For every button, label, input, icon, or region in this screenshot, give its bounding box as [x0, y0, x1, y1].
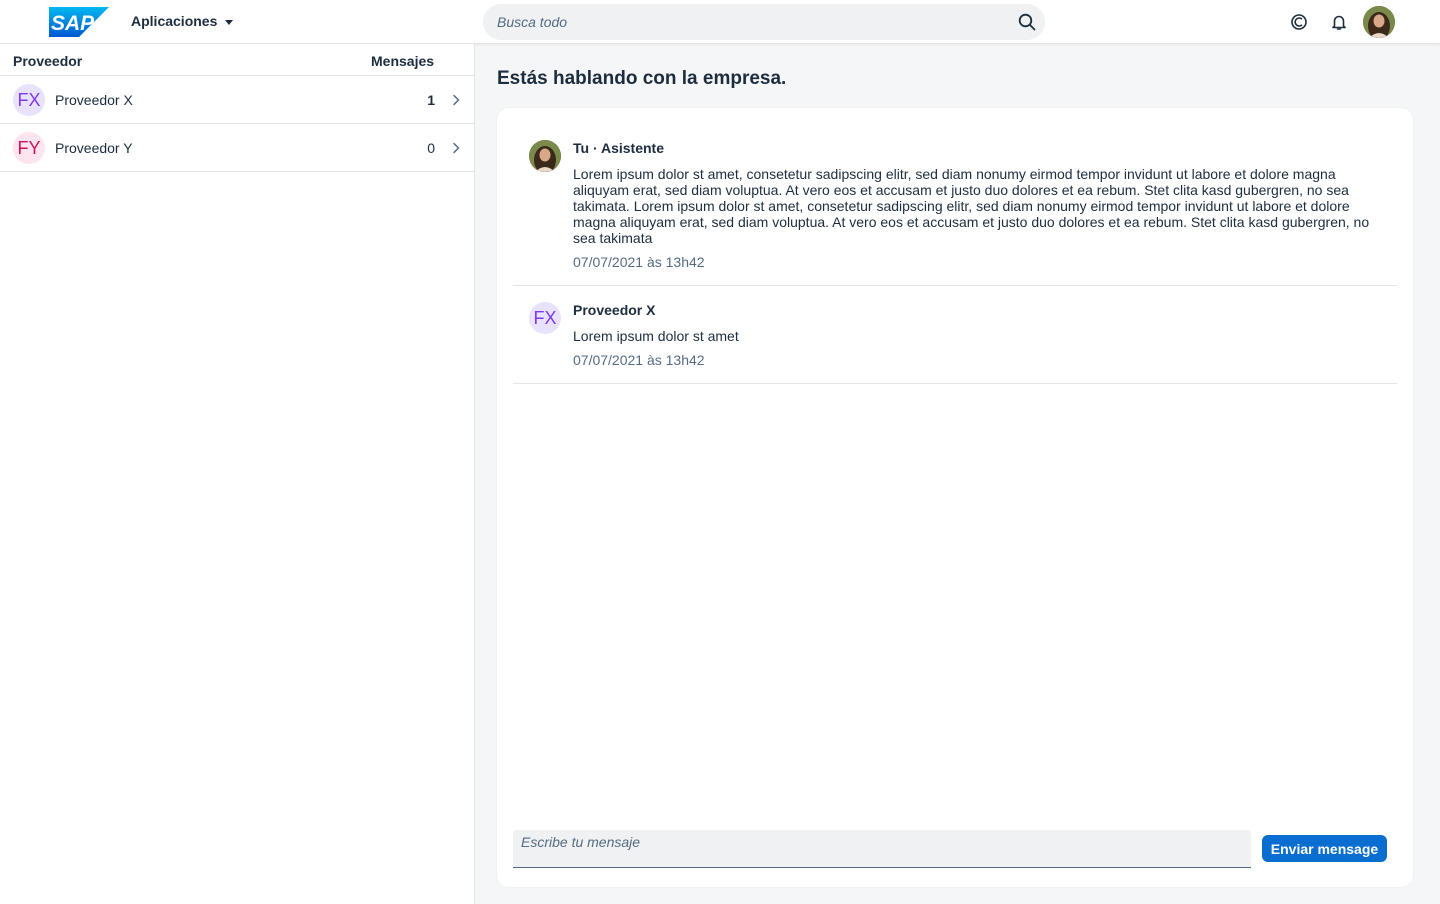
message-text: Lorem ipsum dolor st amet, consetetur sa…: [573, 166, 1370, 246]
message-author: Tu · Asistente: [573, 140, 665, 156]
provider-avatar: FX: [13, 84, 45, 116]
message-composer: [513, 830, 1251, 868]
provider-avatar: FY: [13, 132, 45, 164]
applications-menu[interactable]: Aplicaciones: [131, 13, 234, 29]
column-provider: Proveedor: [13, 53, 83, 69]
provider-row-x[interactable]: FX Proveedor X 1: [0, 76, 475, 124]
provider-name: Proveedor X: [55, 92, 133, 108]
message-input[interactable]: [521, 834, 1241, 862]
chat-card: Tu · Asistente Lorem ipsum dolor st amet…: [497, 108, 1413, 887]
search-input[interactable]: [497, 4, 997, 40]
chevron-right-icon: [449, 140, 463, 156]
column-messages: Mensajes: [371, 53, 435, 69]
provider-list-panel: Proveedor Mensajes FX Proveedor X 1 FY P…: [0, 44, 475, 904]
message-item: FX Proveedor X Lorem ipsum dolor st amet…: [513, 286, 1397, 384]
message-author: Proveedor X: [573, 302, 656, 318]
message-text: Lorem ipsum dolor st amet: [573, 328, 739, 344]
unread-count: 1: [427, 92, 435, 108]
list-header: Proveedor Mensajes: [0, 44, 475, 76]
provider-row-y[interactable]: FY Proveedor Y 0: [0, 124, 475, 172]
bell-icon[interactable]: [1329, 12, 1349, 32]
sap-logo[interactable]: SAP: [49, 7, 109, 37]
search-bar: [483, 4, 1045, 40]
applications-label: Aplicaciones: [131, 13, 218, 29]
message-timestamp: 07/07/2021 às 13h42: [573, 254, 705, 270]
send-message-button[interactable]: Enviar mensage: [1262, 835, 1387, 862]
search-icon[interactable]: [1017, 12, 1037, 32]
svg-text:SAP: SAP: [51, 12, 95, 35]
provider-name: Proveedor Y: [55, 140, 133, 156]
message-timestamp: 07/07/2021 às 13h42: [573, 352, 705, 368]
user-avatar[interactable]: [1363, 6, 1395, 38]
shell-bar: SAP Aplicaciones: [0, 0, 1440, 44]
unread-count: 0: [427, 140, 435, 156]
caret-down-icon: [225, 19, 234, 25]
author-avatar: [529, 140, 561, 172]
chevron-right-icon: [449, 92, 463, 108]
author-avatar: FX: [529, 302, 561, 334]
copilot-icon[interactable]: [1289, 12, 1309, 32]
message-item: Tu · Asistente Lorem ipsum dolor st amet…: [513, 124, 1397, 286]
page-title: Estás hablando con la empresa.: [497, 68, 787, 89]
